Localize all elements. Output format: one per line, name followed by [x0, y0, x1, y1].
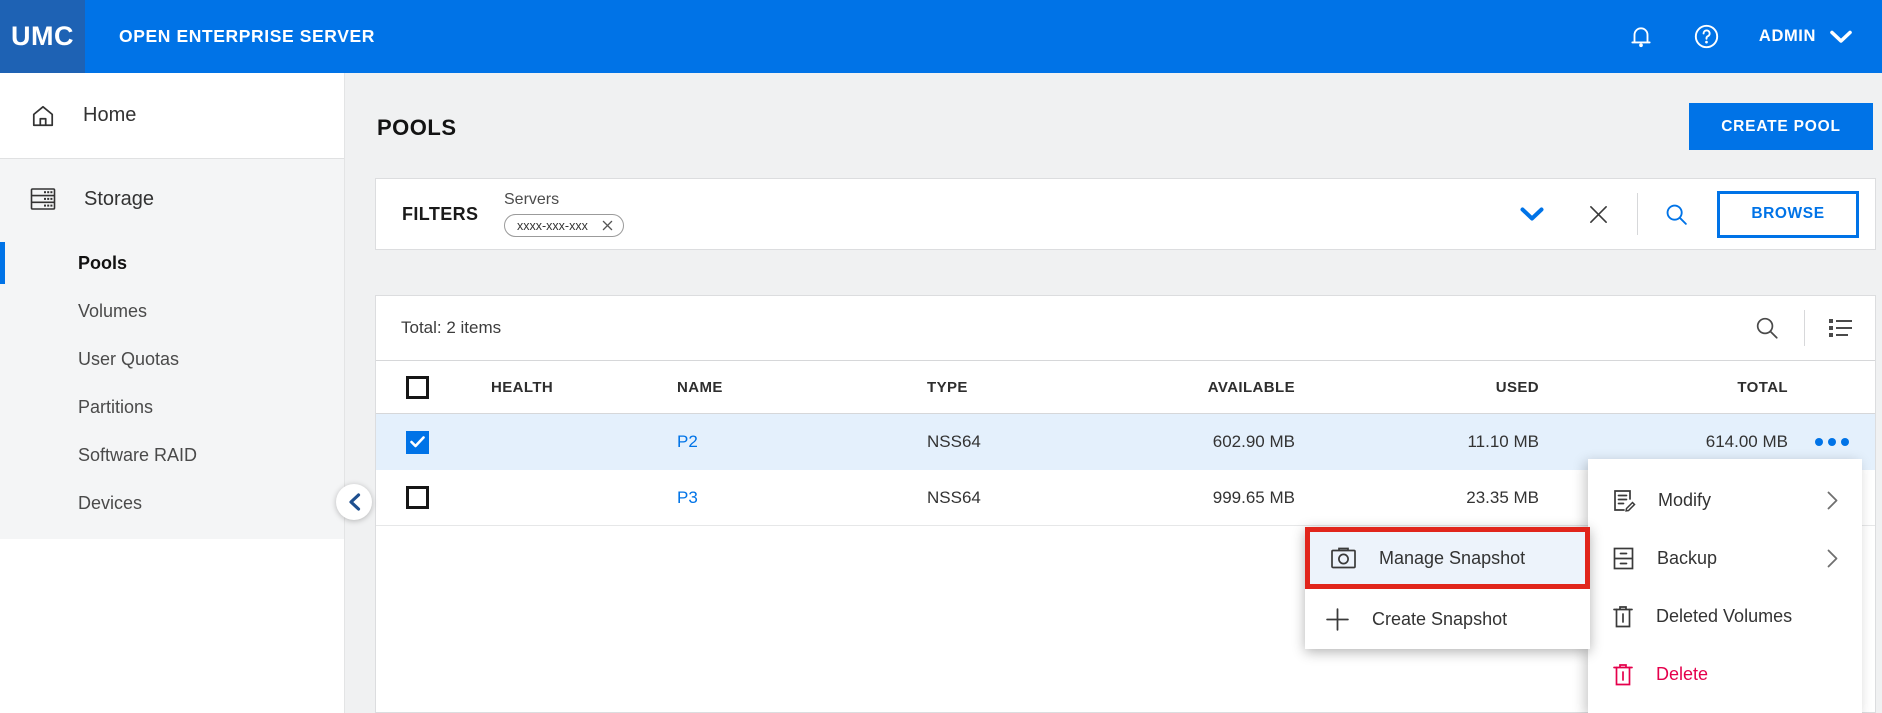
- trash-icon: [1612, 662, 1634, 687]
- menu-item-backup[interactable]: Backup: [1588, 529, 1862, 587]
- row-actions-ellipsis-button[interactable]: [1788, 432, 1875, 452]
- table-toolbar: Total: 2 items: [376, 296, 1875, 360]
- sidebar-user-quotas-label: User Quotas: [78, 349, 179, 370]
- servers-filter-group: Servers xxxx-xxx-xxx: [504, 191, 624, 237]
- sidebar-item-storage[interactable]: Storage: [0, 159, 344, 239]
- column-header-type[interactable]: TYPE: [902, 379, 1182, 396]
- sidebar-partitions-label: Partitions: [78, 397, 153, 418]
- menu-item-manage-snapshot[interactable]: Manage Snapshot: [1305, 527, 1590, 589]
- column-header-used[interactable]: USED: [1295, 379, 1539, 396]
- pool-name-link[interactable]: P2: [677, 432, 698, 451]
- pool-available-cell: 602.90 MB: [1182, 432, 1295, 452]
- create-snapshot-label: Create Snapshot: [1372, 609, 1507, 630]
- admin-user-label: ADMIN: [1759, 27, 1816, 46]
- deleted-volumes-label: Deleted Volumes: [1656, 606, 1792, 627]
- manage-snapshot-label: Manage Snapshot: [1379, 548, 1525, 569]
- storage-icon: [29, 186, 57, 212]
- column-header-total[interactable]: TOTAL: [1539, 379, 1788, 396]
- chevron-right-icon: [1827, 491, 1838, 510]
- filters-actions: BROWSE: [1520, 191, 1875, 238]
- filters-expand-chevron-down-icon[interactable]: [1520, 207, 1544, 222]
- umc-logo[interactable]: UMC: [0, 0, 85, 73]
- menu-item-create-snapshot[interactable]: Create Snapshot: [1305, 589, 1590, 649]
- pool-type-cell: NSS64: [902, 432, 1182, 452]
- sidebar-pools-label: Pools: [78, 253, 127, 274]
- server-filter-chip-value: xxxx-xxx-xxx: [517, 219, 588, 233]
- sidebar-item-user-quotas[interactable]: User Quotas: [0, 335, 344, 383]
- top-bar: UMC OPEN ENTERPRISE SERVER ADMIN: [0, 0, 1882, 73]
- select-all-checkbox[interactable]: [406, 376, 429, 399]
- pool-total-cell: 614.00 MB: [1539, 432, 1788, 452]
- app-window: UMC OPEN ENTERPRISE SERVER ADMIN: [0, 0, 1882, 713]
- notifications-bell-icon[interactable]: [1627, 23, 1655, 51]
- sidebar-devices-label: Devices: [78, 493, 142, 514]
- pool-used-cell: 23.35 MB: [1295, 488, 1539, 508]
- column-header-name[interactable]: NAME: [652, 379, 902, 396]
- menu-item-delete[interactable]: Delete: [1588, 645, 1862, 703]
- filters-clear-close-icon[interactable]: [1588, 204, 1609, 225]
- table-header-row: HEALTH NAME TYPE AVAILABLE USED TOTAL: [376, 360, 1875, 414]
- table-toolbar-divider: [1804, 310, 1805, 346]
- chip-remove-icon[interactable]: [602, 220, 613, 231]
- sidebar-item-partitions[interactable]: Partitions: [0, 383, 344, 431]
- chevron-right-icon: [1827, 549, 1838, 568]
- sidebar-item-volumes[interactable]: Volumes: [0, 287, 344, 335]
- modify-icon: [1612, 488, 1636, 513]
- row-checkbox[interactable]: [406, 431, 429, 454]
- trash-icon: [1612, 604, 1634, 629]
- sidebar: Home Storage Pools Volumes User Quotas P…: [0, 73, 345, 713]
- product-title: OPEN ENTERPRISE SERVER: [119, 26, 375, 47]
- backup-label: Backup: [1657, 548, 1717, 569]
- sidebar-item-software-raid[interactable]: Software RAID: [0, 431, 344, 479]
- pool-used-cell: 11.10 MB: [1295, 432, 1539, 452]
- filters-search-icon[interactable]: [1664, 202, 1689, 227]
- table-search-icon[interactable]: [1754, 315, 1780, 341]
- sidebar-item-home[interactable]: Home: [0, 73, 344, 159]
- servers-filter-label: Servers: [504, 191, 624, 209]
- camera-icon: [1330, 546, 1357, 570]
- column-header-available[interactable]: AVAILABLE: [1182, 379, 1295, 396]
- delete-label: Delete: [1656, 664, 1708, 685]
- row-context-menu: Modify Backup: [1588, 459, 1862, 713]
- chevron-down-icon: [1830, 30, 1852, 44]
- menu-item-deleted-volumes[interactable]: Deleted Volumes: [1588, 587, 1862, 645]
- page-title: POOLS: [377, 115, 457, 141]
- plus-icon: [1325, 607, 1350, 632]
- sidebar-item-devices[interactable]: Devices: [0, 479, 344, 527]
- create-pool-button[interactable]: CREATE POOL: [1689, 103, 1873, 150]
- filters-bar: FILTERS Servers xxxx-xxx-xxx: [375, 178, 1876, 250]
- browse-button[interactable]: BROWSE: [1717, 191, 1859, 238]
- sidebar-storage-label: Storage: [84, 188, 154, 211]
- sidebar-item-pools[interactable]: Pools: [0, 239, 344, 287]
- filters-divider: [1637, 193, 1638, 235]
- table-toolbar-actions: [1754, 310, 1855, 346]
- modify-label: Modify: [1658, 490, 1711, 511]
- server-filter-chip[interactable]: xxxx-xxx-xxx: [504, 214, 624, 237]
- help-icon[interactable]: [1693, 23, 1721, 51]
- menu-item-modify[interactable]: Modify: [1588, 471, 1862, 529]
- sidebar-volumes-label: Volumes: [78, 301, 147, 322]
- admin-user-menu[interactable]: ADMIN: [1759, 27, 1852, 46]
- sidebar-software-raid-label: Software RAID: [78, 445, 197, 466]
- pool-type-cell: NSS64: [902, 488, 1182, 508]
- sidebar-collapse-button[interactable]: [336, 484, 372, 520]
- row-checkbox[interactable]: [406, 486, 429, 509]
- topbar-actions: ADMIN: [1627, 23, 1882, 51]
- backup-icon: [1612, 546, 1635, 571]
- sidebar-home-label: Home: [83, 104, 136, 127]
- home-icon: [30, 103, 56, 129]
- column-settings-list-icon[interactable]: [1827, 316, 1855, 340]
- column-header-health[interactable]: HEALTH: [466, 379, 652, 396]
- total-items-text: Total: 2 items: [401, 318, 501, 338]
- chevron-left-icon: [348, 493, 361, 511]
- pool-name-link[interactable]: P3: [677, 488, 698, 507]
- pool-available-cell: 999.65 MB: [1182, 488, 1295, 508]
- snapshot-submenu: Manage Snapshot Create Snapshot: [1305, 527, 1590, 649]
- sidebar-storage-section: Storage Pools Volumes User Quotas Partit…: [0, 159, 344, 539]
- filters-label: FILTERS: [376, 204, 504, 225]
